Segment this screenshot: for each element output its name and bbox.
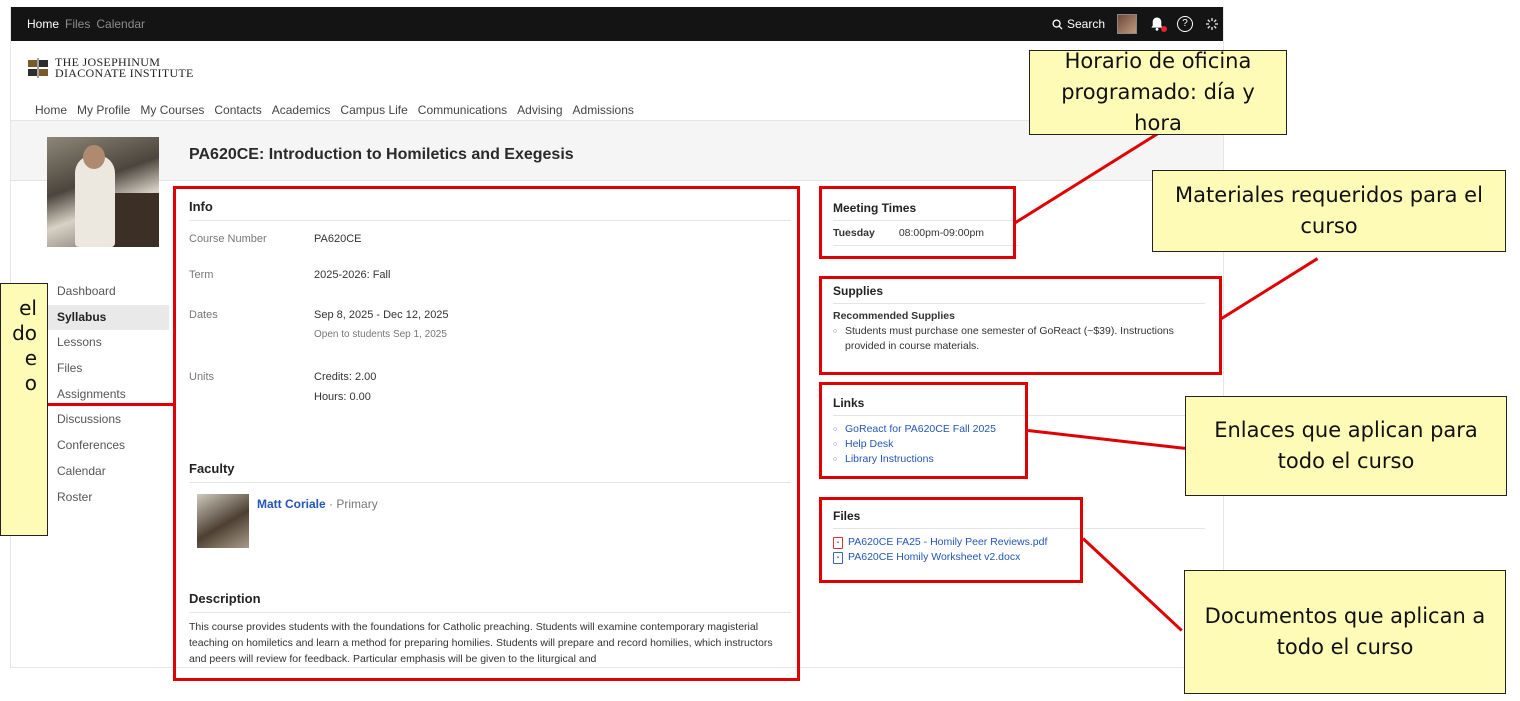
annotation-left-line-2: do: [12, 321, 37, 345]
supplies-list: Students must purchase one semester of G…: [833, 324, 1205, 354]
pdf-file-icon: ▪: [833, 536, 843, 549]
help-icon[interactable]: ?: [1177, 16, 1193, 32]
faculty-name-link[interactable]: Matt Coriale: [257, 497, 326, 511]
credits-value: Credits: 2.00: [314, 371, 377, 383]
supplies-body: Recommended Supplies Students must purch…: [833, 310, 1205, 354]
description-section: Description This course provides student…: [189, 591, 791, 667]
connector-materials: [1219, 257, 1319, 321]
faculty-photo: [197, 494, 249, 548]
faculty-role: · Primary: [329, 497, 378, 511]
top-bar: Home Files Calendar Search ?: [11, 7, 1223, 41]
sidebar-item-lessons[interactable]: Lessons: [47, 330, 169, 356]
sidebar-item-conferences[interactable]: Conferences: [47, 433, 169, 459]
pulpit-shape: [113, 193, 159, 247]
loading-spinner-icon: [1206, 18, 1218, 30]
info-title: Info: [189, 199, 791, 221]
file-item-pdf[interactable]: ▪ PA620CE FA25 - Homily Peer Reviews.pdf: [833, 535, 1205, 550]
meeting-times-section: Meeting Times Tuesday 08:00pm-09:00pm: [833, 201, 1205, 246]
course-sidebar: Dashboard Syllabus Lessons Files Assignm…: [47, 279, 169, 510]
dates-label: Dates: [189, 309, 218, 321]
annotation-left-line-1: el: [19, 296, 37, 320]
units-label: Units: [189, 371, 215, 383]
supplies-item: Students must purchase one semester of G…: [833, 324, 1205, 354]
main-nav-advising[interactable]: Advising: [517, 103, 562, 117]
description-title: Description: [189, 591, 791, 613]
sidebar-item-calendar[interactable]: Calendar: [47, 459, 169, 485]
faculty-section: Faculty Matt Coriale · Primary: [189, 461, 791, 548]
search-icon: [1052, 18, 1063, 30]
file-name-docx: PA620CE Homily Worksheet v2.docx: [848, 551, 1021, 563]
course-number-link[interactable]: PA620CE: [314, 233, 734, 245]
sidebar-item-files[interactable]: Files: [47, 356, 169, 382]
sidebar-item-syllabus[interactable]: Syllabus: [47, 304, 169, 331]
links-title: Links: [833, 396, 1205, 416]
crest-icon: [28, 58, 48, 78]
annotation-left-partial: el do e o: [0, 283, 48, 536]
hours-value: Hours: 0.00: [314, 391, 371, 403]
annotation-left-line-4: o: [24, 371, 37, 395]
file-name-pdf: PA620CE FA25 - Homily Peer Reviews.pdf: [848, 536, 1048, 548]
annotation-office-hours: Horario de oficina programado: día y hor…: [1029, 49, 1287, 135]
dates-value: Sep 8, 2025 - Dec 12, 2025 Open to stude…: [314, 309, 734, 340]
link-goreact[interactable]: GoReact for PA620CE Fall 2025: [833, 422, 1205, 437]
term-label: Term: [189, 269, 214, 281]
faculty-entry: Matt Coriale · Primary: [257, 497, 378, 511]
logo-text: THE JOSEPHINUM DIACONATE INSTITUTE: [55, 56, 194, 80]
info-section: Info Course Number PA620CE Term 2025-202…: [189, 199, 791, 403]
notifications-button[interactable]: [1149, 16, 1167, 32]
meeting-day: Tuesday: [833, 227, 875, 239]
main-nav-my-courses[interactable]: My Courses: [140, 103, 204, 117]
files-section: Files ▪ PA620CE FA25 - Homily Peer Revie…: [833, 509, 1205, 565]
links-section: Links GoReact for PA620CE Fall 2025 Help…: [833, 396, 1205, 467]
description-text: This course provides students with the f…: [189, 621, 773, 665]
course-number-label: Course Number: [189, 233, 267, 245]
term-link[interactable]: 2025-2026: Fall: [314, 269, 734, 281]
meeting-time: 08:00pm-09:00pm: [898, 227, 985, 239]
top-nav-calendar[interactable]: Calendar: [96, 17, 145, 31]
supplies-title: Supplies: [833, 284, 1205, 304]
search-button[interactable]: Search: [1052, 17, 1105, 31]
sidebar-item-dashboard[interactable]: Dashboard: [47, 279, 169, 305]
top-nav: Home Files Calendar: [27, 17, 145, 31]
annotation-left-line-3: e: [24, 346, 37, 370]
course-image: [47, 137, 159, 247]
docx-file-icon: ▪: [833, 551, 843, 564]
course-title: PA620CE: Introduction to Homiletics and …: [189, 146, 574, 163]
supplies-section: Supplies Recommended Supplies Students m…: [833, 284, 1205, 354]
sidebar-item-roster[interactable]: Roster: [47, 485, 169, 511]
main-nav-communications[interactable]: Communications: [418, 103, 507, 117]
notification-dot: [1161, 26, 1167, 32]
main-nav-academics[interactable]: Academics: [272, 103, 331, 117]
annotation-documents: Documentos que aplican a todo el curso: [1184, 570, 1506, 694]
connector-left: [47, 403, 175, 406]
main-nav-campus-life[interactable]: Campus Life: [340, 103, 407, 117]
faculty-title: Faculty: [189, 461, 791, 483]
dates-range: Sep 8, 2025 - Dec 12, 2025: [314, 309, 449, 321]
priest-head: [83, 145, 105, 169]
file-item-docx[interactable]: ▪ PA620CE Homily Worksheet v2.docx: [833, 550, 1205, 565]
files-title: Files: [833, 509, 1205, 529]
main-nav: Home My Profile My Courses Contacts Acad…: [35, 103, 634, 117]
main-nav-my-profile[interactable]: My Profile: [77, 103, 130, 117]
top-nav-home[interactable]: Home: [27, 17, 59, 31]
institute-logo[interactable]: THE JOSEPHINUM DIACONATE INSTITUTE: [27, 56, 194, 80]
units-value: Credits: 2.00 Hours: 0.00: [314, 371, 734, 403]
annotation-links: Enlaces que aplican para todo el curso: [1185, 396, 1507, 496]
logo-line-2: DIACONATE INSTITUTE: [55, 66, 194, 80]
main-nav-home[interactable]: Home: [35, 103, 67, 117]
main-nav-admissions[interactable]: Admissions: [573, 103, 634, 117]
user-avatar[interactable]: [1117, 14, 1137, 34]
dates-open-note: Open to students Sep 1, 2025: [314, 329, 447, 340]
annotation-materials: Materiales requeridos para el curso: [1152, 170, 1506, 252]
main-nav-contacts[interactable]: Contacts: [214, 103, 261, 117]
files-body: ▪ PA620CE FA25 - Homily Peer Reviews.pdf…: [833, 535, 1205, 565]
top-nav-files[interactable]: Files: [65, 17, 90, 31]
meeting-times-title: Meeting Times: [833, 201, 1019, 221]
sidebar-item-discussions[interactable]: Discussions: [47, 407, 169, 433]
link-library-instructions[interactable]: Library Instructions: [833, 452, 1205, 467]
supplies-subtitle: Recommended Supplies: [833, 310, 955, 322]
meeting-times-row: Tuesday 08:00pm-09:00pm: [833, 227, 1019, 246]
top-right-controls: Search ?: [1052, 14, 1219, 34]
search-label: Search: [1066, 17, 1105, 31]
